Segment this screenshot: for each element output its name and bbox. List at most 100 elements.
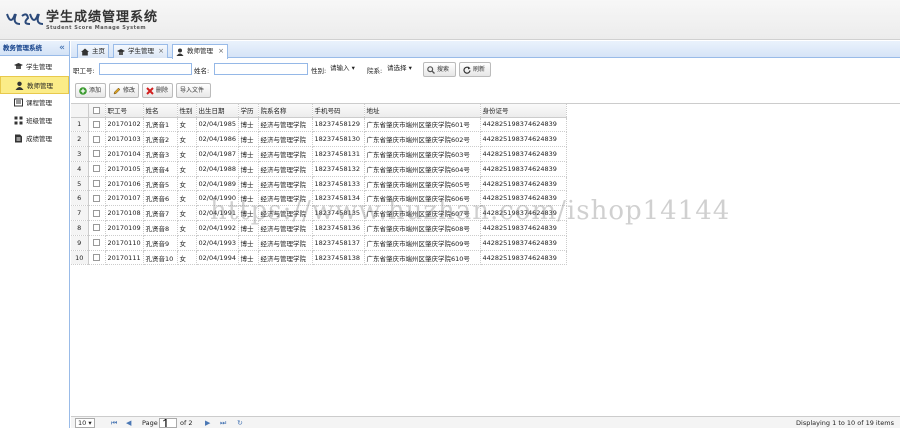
data-table: 职工号 姓名 性别 出生日期 学历 院系名称 手机号码 地址 身份证号 1 201… bbox=[71, 104, 567, 266]
table-cell: 02/04/1988 bbox=[196, 161, 239, 177]
dept-label: 院系: bbox=[367, 67, 383, 75]
table-cell: 女 bbox=[177, 190, 197, 207]
table-row[interactable]: 4 20170105 孔贤音4 女 02/04/1988 博士 经济与管理学院 1823745… bbox=[71, 161, 567, 177]
table-cell: 孔贤音7 bbox=[143, 205, 178, 222]
edit-button[interactable]: 修改 bbox=[109, 83, 139, 98]
select-all-checkbox[interactable] bbox=[88, 104, 106, 118]
row-checkbox[interactable] bbox=[88, 117, 106, 133]
teacher-no-input[interactable] bbox=[99, 63, 192, 75]
sidebar-item-course[interactable]: 课程管理 bbox=[0, 94, 69, 112]
last-page-icon[interactable]: ⏭ bbox=[220, 418, 226, 428]
search-icon bbox=[427, 66, 435, 74]
search-button-label: 搜索 bbox=[437, 66, 450, 73]
tab-teacher-management[interactable]: 教师管理 × bbox=[172, 44, 228, 59]
table-cell: 经济与管理学院 bbox=[258, 250, 313, 266]
table-cell: 20170109 bbox=[105, 220, 144, 236]
import-file-button[interactable]: 导入文件 bbox=[176, 83, 211, 98]
table-cell: 女 bbox=[177, 205, 197, 222]
table-cell: 孔贤音8 bbox=[143, 220, 178, 236]
add-button[interactable]: 添加 bbox=[75, 83, 106, 98]
prev-page-icon[interactable]: ◀ bbox=[126, 418, 131, 428]
table-cell: 20170108 bbox=[105, 205, 144, 222]
row-checkbox[interactable] bbox=[88, 161, 106, 177]
row-checkbox[interactable] bbox=[88, 235, 106, 251]
delete-button-label: 删除 bbox=[156, 87, 169, 94]
app-header: 学生成绩管理系统 Student Score Manage System bbox=[0, 0, 900, 40]
gender-select[interactable]: 请输入 ▾ bbox=[328, 63, 364, 75]
add-icon bbox=[79, 87, 87, 95]
row-checkbox[interactable] bbox=[88, 190, 106, 207]
table-cell: 经济与管理学院 bbox=[258, 131, 313, 148]
column-header[interactable]: 职工号 bbox=[105, 104, 144, 118]
table-cell: 02/04/1989 bbox=[196, 176, 239, 192]
row-number: 7 bbox=[71, 205, 89, 222]
tab-bar: 主页 学生管理 × 教师管理 × bbox=[71, 41, 900, 59]
table-row[interactable]: 9 20170110 孔贤音9 女 02/04/1993 博士 经济与管理学院 1823745… bbox=[71, 235, 567, 251]
row-checkbox[interactable] bbox=[88, 131, 106, 148]
delete-icon bbox=[146, 87, 154, 95]
tab-home[interactable]: 主页 bbox=[77, 44, 109, 58]
table-cell: 经济与管理学院 bbox=[258, 161, 313, 177]
table-cell: 20170106 bbox=[105, 176, 144, 192]
app-subtitle: Student Score Manage System bbox=[46, 25, 147, 31]
row-number-header bbox=[71, 104, 89, 118]
first-page-icon[interactable]: ⏮ bbox=[111, 418, 117, 428]
row-checkbox[interactable] bbox=[88, 205, 106, 222]
refresh-button[interactable]: 刷新 bbox=[459, 62, 491, 77]
table-cell: 女 bbox=[177, 117, 197, 133]
sidebar-item-score[interactable]: 成绩管理 bbox=[0, 130, 69, 148]
logo-icon bbox=[6, 13, 44, 25]
refresh-button-label: 刷新 bbox=[473, 66, 486, 73]
score-icon bbox=[15, 134, 22, 143]
next-page-icon[interactable]: ▶ bbox=[205, 418, 210, 428]
sidebar-item-class[interactable]: 班级管理 bbox=[0, 112, 69, 130]
column-header[interactable]: 出生日期 bbox=[196, 104, 239, 118]
column-header[interactable]: 院系名称 bbox=[258, 104, 313, 118]
column-header[interactable]: 性别 bbox=[177, 104, 197, 118]
column-header[interactable]: 姓名 bbox=[143, 104, 178, 118]
table-row[interactable]: 10 20170111 孔贤音10 女 02/04/1994 博士 经济与管理学院 18237… bbox=[71, 250, 567, 266]
teacher-icon bbox=[15, 81, 24, 90]
student-icon bbox=[14, 63, 23, 69]
table-cell: 孔贤音1 bbox=[143, 117, 178, 133]
table-cell: 广东省肇庆市端州区肇庆学院601号 bbox=[364, 117, 481, 133]
page-number-input[interactable] bbox=[159, 418, 177, 428]
gender-select-value: 请输入 bbox=[330, 64, 350, 72]
sidebar-item-student[interactable]: 学生管理 bbox=[0, 58, 69, 76]
delete-button[interactable]: 删除 bbox=[142, 83, 173, 98]
table-row[interactable]: 1 20170102 孔贤音1 女 02/04/1985 博士 经济与管理学院 1823745… bbox=[71, 117, 567, 133]
column-header[interactable]: 身份证号 bbox=[480, 104, 567, 118]
table-cell: 女 bbox=[177, 131, 197, 148]
table-cell: 442825198374624839 bbox=[480, 161, 567, 177]
table-row[interactable]: 2 20170103 孔贤音2 女 02/04/1986 博士 经济与管理学院 1823745… bbox=[71, 131, 567, 148]
close-icon[interactable]: × bbox=[218, 45, 224, 58]
search-button[interactable]: 搜索 bbox=[423, 62, 456, 77]
table-cell: 女 bbox=[177, 250, 197, 266]
table-cell: 女 bbox=[177, 220, 197, 236]
table-cell: 广东省肇庆市端州区肇庆学院610号 bbox=[364, 250, 481, 266]
column-header[interactable]: 地址 bbox=[364, 104, 481, 118]
display-info: Displaying 1 to 10 of 19 items bbox=[796, 419, 894, 427]
tab-student-management[interactable]: 学生管理 × bbox=[113, 44, 168, 58]
row-checkbox[interactable] bbox=[88, 176, 106, 192]
row-number: 9 bbox=[71, 235, 89, 251]
row-checkbox[interactable] bbox=[88, 146, 106, 162]
column-header[interactable]: 学历 bbox=[238, 104, 259, 118]
gender-label: 性别: bbox=[311, 67, 327, 75]
table-cell: 442825198374624839 bbox=[480, 131, 567, 148]
close-icon[interactable]: × bbox=[158, 45, 164, 58]
page-size-select[interactable]: 10 ▾ bbox=[75, 418, 95, 428]
table-row[interactable]: 3 20170104 孔贤音3 女 02/04/1987 博士 经济与管理学院 1823745… bbox=[71, 146, 567, 162]
collapse-icon[interactable]: « bbox=[59, 41, 65, 56]
row-checkbox[interactable] bbox=[88, 250, 106, 266]
sidebar-item-label: 课程管理 bbox=[26, 99, 52, 107]
column-header[interactable]: 手机号码 bbox=[312, 104, 365, 118]
table-cell: 博士 bbox=[238, 235, 259, 251]
dept-select[interactable]: 请选择 ▾ bbox=[385, 63, 421, 75]
refresh-page-icon[interactable]: ↻ bbox=[237, 418, 243, 428]
table-row[interactable]: 5 20170106 孔贤音5 女 02/04/1989 博士 经济与管理学院 1823745… bbox=[71, 176, 567, 192]
sidebar-item-teacher[interactable]: 教师管理 bbox=[0, 76, 69, 94]
row-checkbox[interactable] bbox=[88, 220, 106, 236]
name-input[interactable] bbox=[214, 63, 308, 75]
table-cell: 20170107 bbox=[105, 190, 144, 207]
